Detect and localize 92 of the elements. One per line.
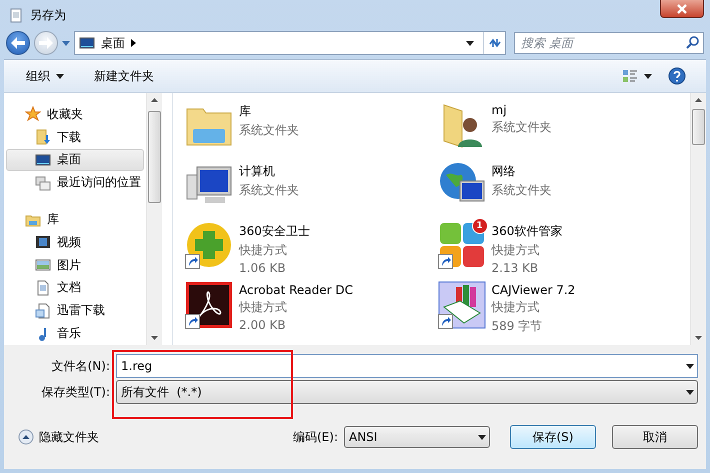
- dropdown-arrow-icon: [56, 74, 64, 78]
- cancel-button[interactable]: 取消: [612, 425, 698, 449]
- scroll-down-icon[interactable]: [695, 336, 702, 340]
- navigation-item[interactable]: 文档: [6, 276, 144, 300]
- navigation-item[interactable]: 音乐: [6, 322, 144, 345]
- document-icon: [35, 280, 51, 296]
- new-folder-button[interactable]: 新建文件夹: [92, 66, 156, 86]
- navigation-item[interactable]: 桌面: [6, 148, 144, 172]
- file-type: 系统文件夹: [239, 122, 299, 139]
- folder-download-icon: [35, 129, 51, 146]
- file-type: 系统文件夹: [492, 182, 552, 199]
- collapse-icon: [18, 429, 34, 445]
- scroll-up-icon[interactable]: [151, 98, 158, 102]
- encoding-dropdown[interactable]: ANSI: [344, 426, 490, 448]
- close-icon: [677, 4, 687, 14]
- file-item[interactable]: Acrobat Reader DC 快捷方式 2.00 KB: [185, 281, 438, 339]
- book-app-icon: [438, 281, 486, 329]
- encoding-label: 编码(E):: [293, 428, 338, 446]
- search-field[interactable]: 搜索 桌面: [514, 32, 704, 54]
- file-name: mj: [492, 103, 508, 117]
- close-button[interactable]: [660, 0, 704, 18]
- navigation-item[interactable]: 最近访问的位置: [6, 171, 144, 194]
- file-name: 计算机: [239, 163, 276, 180]
- file-item[interactable]: 360安全卫士 快捷方式 1.06 KB: [185, 221, 438, 279]
- star-icon: [25, 106, 41, 122]
- desktop-icon: [35, 152, 51, 168]
- file-size: 2.13 KB: [492, 261, 540, 275]
- file-type-dropdown[interactable]: 所有文件 (*.*): [116, 380, 698, 404]
- file-item[interactable]: CAJViewer 7.2 快捷方式 589 字节: [438, 281, 690, 339]
- address-bar[interactable]: 桌面: [74, 31, 506, 55]
- file-item[interactable]: 网络 系统文件夹: [438, 161, 690, 219]
- history-dropdown-icon[interactable]: [62, 40, 70, 46]
- notification-badge: 1: [472, 218, 488, 234]
- file-item[interactable]: mj 系统文件夹: [438, 101, 690, 159]
- file-size: 589 字节: [492, 318, 544, 335]
- forward-arrow-icon: [39, 37, 53, 49]
- notepad-icon: [8, 7, 24, 23]
- file-type-label: 保存类型(T):: [40, 384, 111, 400]
- file-item[interactable]: 计算机 系统文件夹: [185, 161, 438, 219]
- navigation-item[interactable]: 视频: [6, 230, 144, 254]
- navigation-item[interactable]: 下载: [6, 126, 144, 149]
- file-name: 360安全卫士: [239, 223, 310, 240]
- file-type: 快捷方式: [239, 299, 288, 316]
- address-path[interactable]: 桌面: [101, 34, 125, 52]
- file-type: 快捷方式: [239, 242, 288, 259]
- file-name: 360软件管家: [492, 223, 562, 240]
- sidebar-scrollbar[interactable]: [146, 93, 162, 345]
- window-title: 另存为: [30, 6, 66, 24]
- navigation-group[interactable]: 收藏夹: [6, 103, 144, 126]
- help-icon[interactable]: [668, 67, 686, 85]
- navigation-item[interactable]: 迅雷下载: [6, 299, 144, 322]
- dropdown-arrow-icon: [478, 434, 486, 440]
- dropdown-arrow-icon: [686, 390, 694, 394]
- dropdown-arrow-icon: [466, 40, 474, 46]
- file-type: 快捷方式: [492, 242, 540, 259]
- save-button[interactable]: 保存(S): [510, 425, 596, 449]
- film-icon: [35, 234, 51, 250]
- file-size: 1.06 KB: [239, 261, 287, 275]
- pdf-app-icon: [185, 281, 233, 329]
- organize-menu[interactable]: 组织: [24, 66, 66, 86]
- file-type: 系统文件夹: [239, 182, 299, 199]
- desktop-icon: [79, 35, 95, 51]
- document-folder-icon: [35, 302, 51, 319]
- dropdown-arrow-icon: [644, 74, 652, 78]
- file-type: 系统文件夹: [492, 119, 552, 136]
- recent-places-icon: [35, 174, 51, 191]
- scroll-up-icon[interactable]: [695, 98, 702, 102]
- navigation-item[interactable]: 图片: [6, 254, 144, 277]
- file-name: 网络: [492, 163, 516, 180]
- file-list-scrollbar[interactable]: [690, 93, 706, 345]
- scroll-thumb[interactable]: [148, 111, 161, 203]
- file-type: 快捷方式: [492, 299, 540, 316]
- file-name: 库: [239, 103, 252, 120]
- picture-icon: [35, 257, 51, 274]
- file-name: CAJViewer 7.2: [492, 283, 576, 297]
- file-item[interactable]: 库 系统文件夹: [185, 101, 438, 159]
- file-name: Acrobat Reader DC: [239, 283, 353, 297]
- filename-field[interactable]: 1.reg: [116, 354, 698, 378]
- navigation-group[interactable]: 库: [6, 208, 144, 231]
- breadcrumb-arrow-icon[interactable]: [131, 39, 136, 47]
- back-button[interactable]: [6, 31, 30, 55]
- hide-folders-button[interactable]: 隐藏文件夹: [18, 428, 99, 446]
- file-size: 2.00 KB: [239, 318, 287, 332]
- scroll-down-icon[interactable]: [151, 336, 158, 340]
- file-item[interactable]: 1 360软件管家 快捷方式 2.13 KB: [438, 221, 690, 279]
- filename-label: 文件名(N):: [50, 358, 111, 374]
- search-icon[interactable]: [686, 36, 699, 49]
- refresh-icon: [488, 36, 502, 50]
- view-list-icon: [622, 68, 638, 84]
- back-arrow-icon: [11, 37, 25, 49]
- scroll-thumb[interactable]: [692, 109, 705, 145]
- dropdown-arrow-icon: [686, 364, 694, 368]
